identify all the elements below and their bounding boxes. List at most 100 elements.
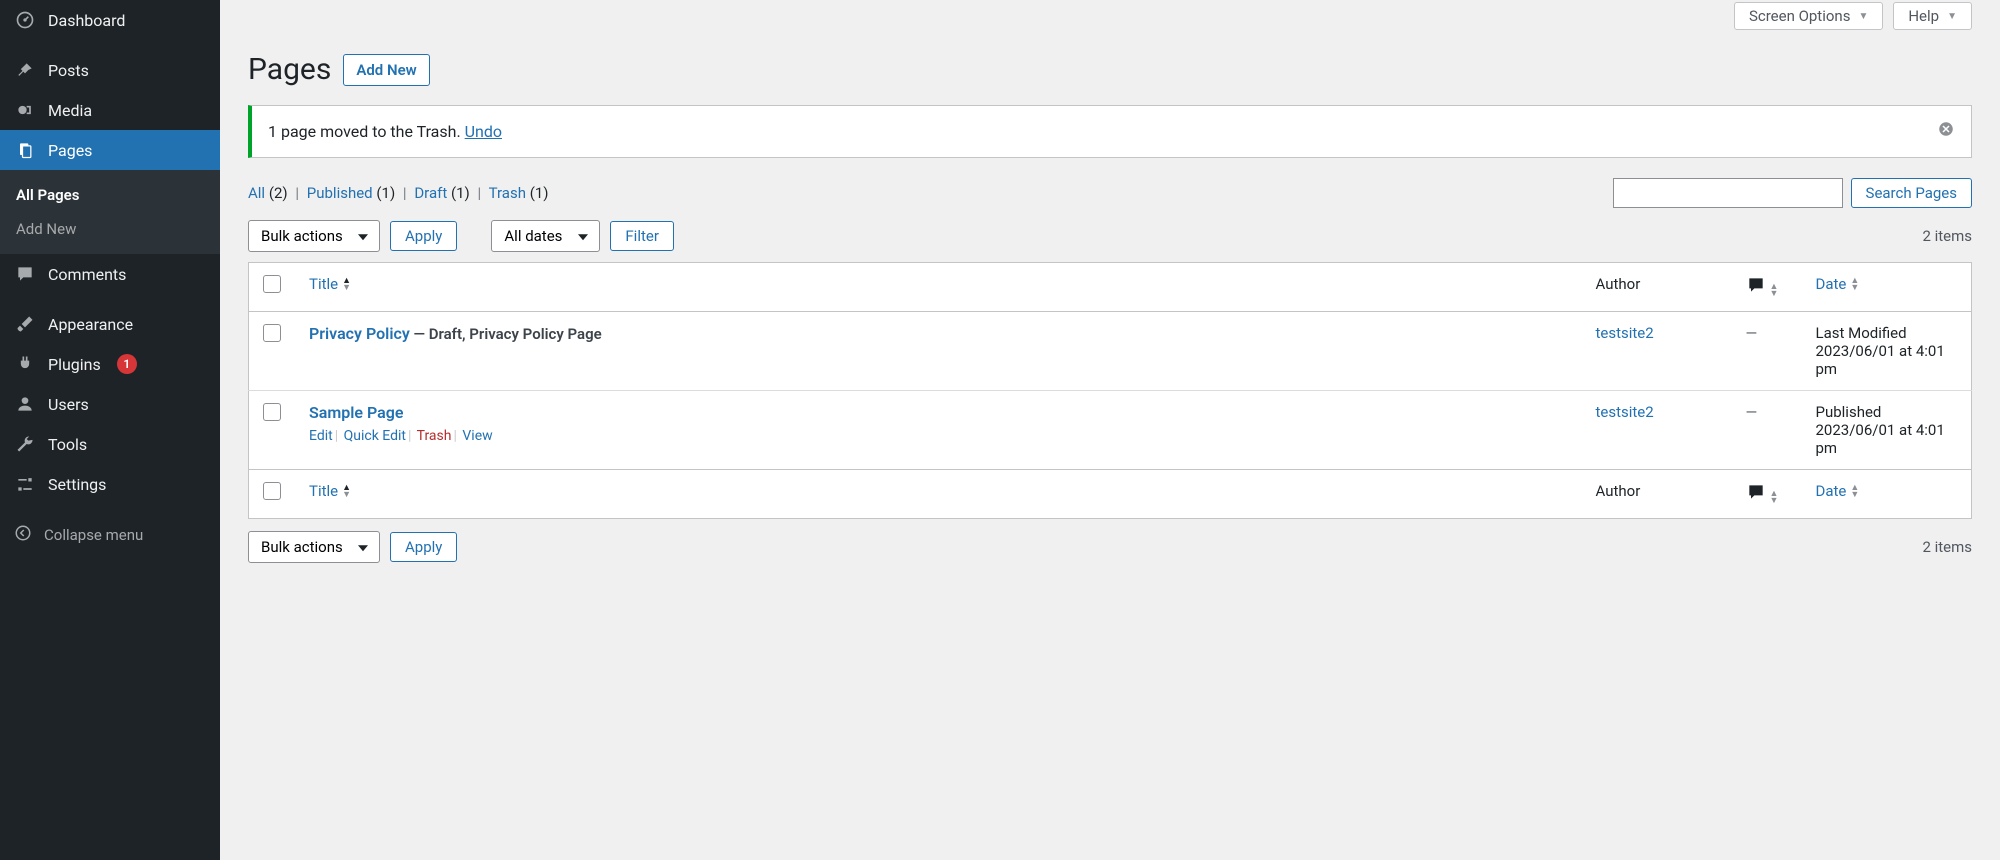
column-author-bottom: Author — [1582, 470, 1732, 519]
menu-pages[interactable]: Pages — [0, 130, 220, 170]
column-date-label: Date — [1816, 275, 1847, 293]
collapse-label: Collapse menu — [44, 526, 143, 544]
item-count-bottom: 2 items — [1922, 538, 1972, 556]
sort-icon: ▲▼ — [1850, 278, 1859, 292]
page-title-link[interactable]: Sample Page — [309, 403, 403, 422]
submenu-all-pages[interactable]: All Pages — [0, 178, 220, 212]
apply-bulk-button-bottom[interactable]: Apply — [390, 532, 457, 562]
bulk-actions-select-bottom[interactable]: Bulk actions — [248, 531, 380, 563]
bulk-actions-select[interactable]: Bulk actions — [248, 220, 380, 252]
help-button[interactable]: Help ▼ — [1893, 2, 1972, 30]
search-input[interactable] — [1613, 178, 1843, 208]
author-link[interactable]: testsite2 — [1596, 324, 1654, 342]
edit-link[interactable]: Edit — [309, 428, 333, 444]
add-new-button[interactable]: Add New — [343, 54, 429, 86]
comments-icon[interactable] — [1746, 275, 1766, 299]
page-heading: Pages Add New — [248, 52, 1972, 87]
sliders-icon — [14, 474, 36, 494]
collapse-menu[interactable]: Collapse menu — [0, 514, 220, 556]
page-title: Pages — [248, 52, 331, 87]
chevron-down-icon: ▼ — [1947, 11, 1957, 22]
dashboard-icon — [14, 10, 36, 30]
item-count-top: 2 items — [1922, 227, 1972, 245]
row-checkbox[interactable] — [263, 403, 281, 421]
menu-label: Dashboard — [48, 11, 125, 30]
filters-row: All (2) | Published (1) | Draft (1) | Tr… — [248, 178, 1972, 208]
view-link[interactable]: View — [462, 428, 492, 444]
menu-label: Settings — [48, 475, 106, 494]
menu-dashboard[interactable]: Dashboard — [0, 0, 220, 40]
help-label: Help — [1908, 7, 1939, 25]
date-value: 2023/06/01 at 4:01 pm — [1816, 421, 1958, 457]
menu-label: Comments — [48, 265, 126, 284]
apply-bulk-button[interactable]: Apply — [390, 221, 457, 251]
sort-icon: ▲▼ — [1770, 491, 1779, 505]
menu-posts[interactable]: Posts — [0, 50, 220, 90]
menu-settings[interactable]: Settings — [0, 464, 220, 504]
table-row: Privacy Policy — Draft, Privacy Policy P… — [249, 312, 1972, 391]
filter-trash[interactable]: Trash — [489, 184, 526, 202]
column-title-label: Title — [309, 482, 338, 500]
column-title-bottom[interactable]: Title ▲▼ — [309, 482, 351, 500]
comments-icon[interactable] — [1746, 482, 1766, 506]
pages-icon — [14, 140, 36, 160]
brush-icon — [14, 314, 36, 334]
dismiss-notice-button[interactable] — [1937, 120, 1955, 143]
menu-media[interactable]: Media — [0, 90, 220, 130]
notice-message: 1 page moved to the Trash. — [268, 122, 465, 141]
pin-icon — [14, 60, 36, 80]
search-button[interactable]: Search Pages — [1851, 178, 1972, 208]
menu-label: Posts — [48, 61, 89, 80]
column-title[interactable]: Title ▲▼ — [309, 275, 351, 293]
sort-icon: ▲▼ — [342, 278, 351, 292]
screen-options-button[interactable]: Screen Options▼ — [1734, 2, 1883, 30]
filter-all-count: (2) — [269, 184, 288, 202]
comments-count: — — [1746, 324, 1758, 342]
pages-table: Title▲▼ Author ▲▼ Date▲▼ Privacy Policy … — [248, 262, 1972, 519]
trash-link[interactable]: Trash — [417, 428, 452, 444]
tablenav-bottom: Bulk actions Apply 2 items — [248, 531, 1972, 563]
column-title-label: Title — [309, 275, 338, 293]
menu-comments[interactable]: Comments — [0, 254, 220, 294]
row-actions: Edit| Quick Edit| Trash| View — [309, 428, 1568, 444]
column-author: Author — [1582, 263, 1732, 312]
column-date-bottom[interactable]: Date▲▼ — [1816, 482, 1860, 500]
filter-draft[interactable]: Draft — [414, 184, 447, 202]
menu-label: Tools — [48, 435, 87, 454]
chevron-down-icon: ▼ — [1858, 11, 1868, 22]
pages-submenu: All Pages Add New — [0, 170, 220, 254]
select-all-checkbox-bottom[interactable] — [263, 482, 281, 500]
notice-text: 1 page moved to the Trash. Undo — [268, 122, 502, 141]
row-checkbox[interactable] — [263, 324, 281, 342]
sort-icon: ▲▼ — [342, 485, 351, 499]
main-content: Screen Options▼ Help ▼ Pages Add New 1 pa… — [220, 0, 2000, 860]
author-link[interactable]: testsite2 — [1596, 403, 1654, 421]
filter-all[interactable]: All — [248, 184, 265, 202]
tablenav-top: Bulk actions Apply All dates Filter 2 it… — [248, 220, 1972, 252]
date-status: Last Modified — [1816, 324, 1958, 342]
undo-link[interactable]: Undo — [465, 122, 502, 141]
sort-icon: ▲▼ — [1770, 284, 1779, 298]
menu-users[interactable]: Users — [0, 384, 220, 424]
filter-published[interactable]: Published — [307, 184, 373, 202]
menu-plugins[interactable]: Plugins 1 — [0, 344, 220, 384]
plugins-update-badge: 1 — [117, 354, 137, 374]
menu-tools[interactable]: Tools — [0, 424, 220, 464]
menu-appearance[interactable]: Appearance — [0, 304, 220, 344]
filter-trash-count: (1) — [530, 184, 549, 202]
menu-label: Plugins — [48, 355, 101, 374]
wrench-icon — [14, 434, 36, 454]
screen-meta: Screen Options▼ Help ▼ — [248, 0, 1972, 40]
collapse-icon — [14, 524, 32, 546]
column-date[interactable]: Date▲▼ — [1816, 275, 1860, 293]
submenu-add-new[interactable]: Add New — [0, 212, 220, 246]
menu-label: Media — [48, 101, 92, 120]
dates-select[interactable]: All dates — [491, 220, 600, 252]
select-all-checkbox[interactable] — [263, 275, 281, 293]
filter-published-count: (1) — [376, 184, 395, 202]
search-box: Search Pages — [1613, 178, 1972, 208]
user-icon — [14, 394, 36, 414]
quick-edit-link[interactable]: Quick Edit — [344, 428, 406, 444]
page-title-link[interactable]: Privacy Policy — [309, 324, 410, 343]
filter-button[interactable]: Filter — [610, 221, 674, 251]
